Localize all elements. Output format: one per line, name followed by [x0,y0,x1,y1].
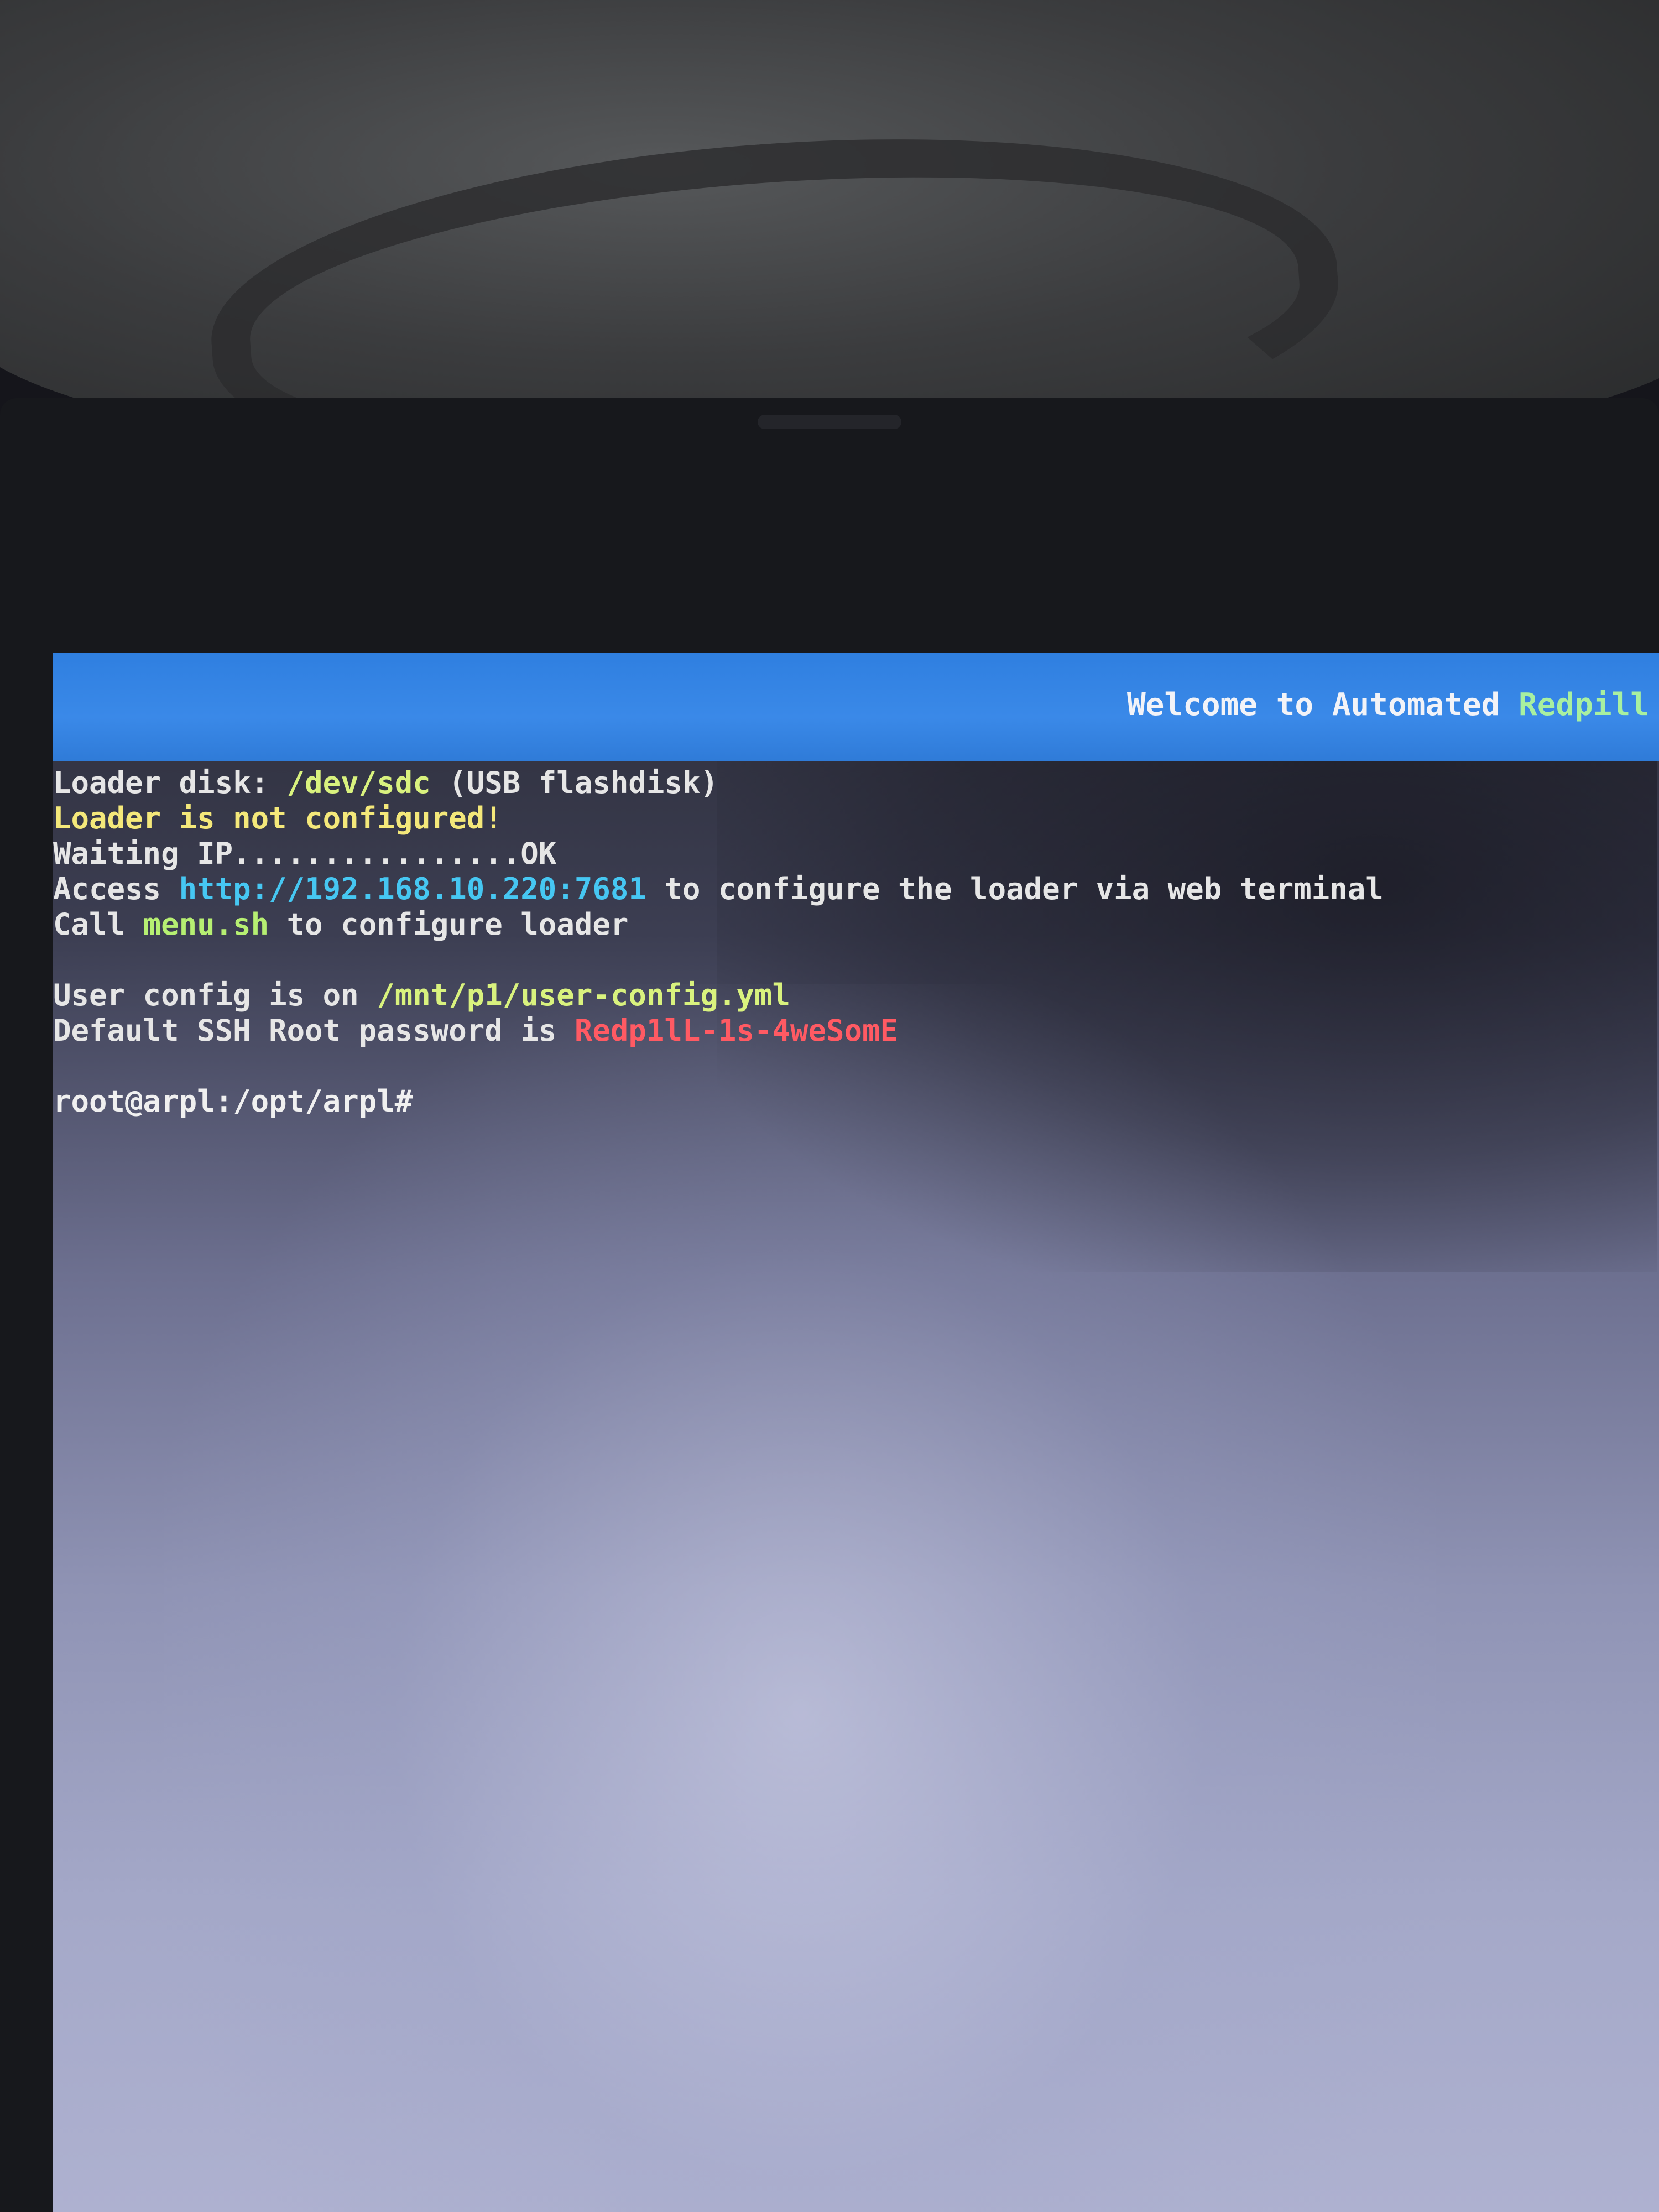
loader-disk-line: Loader disk: /dev/sdc (USB flashdisk) [53,765,1659,801]
ssh-password-line: Default SSH Root password is Redp1lL-1s-… [53,1013,1659,1048]
access-label: Access [53,872,179,906]
screen-glare [164,984,1436,2212]
waiting-ip-line: Waiting IP................OK [53,836,557,871]
webcam-notch [758,415,901,429]
ssh-password-value: Redp1lL-1s-4weSomE [574,1013,899,1048]
ssh-password-label: Default SSH Root password is [53,1013,575,1048]
loader-disk-type: (USB flashdisk) [430,765,718,800]
access-description: to configure the loader via web terminal [646,872,1384,906]
welcome-title-highlight: Redpill [1518,687,1649,723]
call-menu-line: Call menu.sh to configure loader [53,907,1659,942]
laptop-screen: Welcome to Automated Redpill Loader disk… [53,653,1659,2212]
loader-disk-device: /dev/sdc [286,765,431,800]
call-description: to configure loader [269,907,629,942]
shell-prompt[interactable]: root@arpl:/opt/arpl# [53,1084,1659,1119]
access-line: Access http://192.168.10.220:7681 to con… [53,872,1659,907]
web-terminal-url[interactable]: http://192.168.10.220:7681 [179,872,646,906]
user-config-label: User config is on [53,978,377,1013]
welcome-title-text: Welcome to Automated [1126,687,1519,723]
loader-disk-label: Loader disk: [53,765,287,800]
call-label: Call [53,907,143,942]
terminal-output[interactable]: Loader disk: /dev/sdc (USB flashdisk) Lo… [53,761,1659,1119]
user-config-path: /mnt/p1/user-config.yml [377,978,790,1013]
title-bar: Welcome to Automated Redpill [53,653,1659,761]
not-configured-warning: Loader is not configured! [53,801,503,836]
user-config-line: User config is on /mnt/p1/user-config.ym… [53,978,1659,1013]
welcome-title: Welcome to Automated Redpill [1127,686,1649,724]
menu-command: menu.sh [143,907,269,942]
